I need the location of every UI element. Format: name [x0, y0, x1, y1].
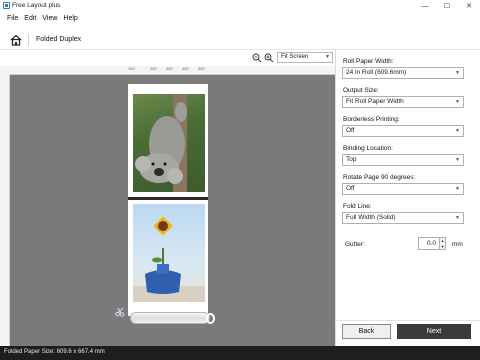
- binding-location-select[interactable]: Top ▼: [342, 154, 464, 166]
- sunflower-image: [133, 217, 205, 302]
- zoom-in-button[interactable]: [264, 53, 274, 63]
- gutter-input[interactable]: 0.0: [418, 237, 440, 250]
- gutter-label: Gutter:: [345, 241, 365, 248]
- menu-view[interactable]: View: [42, 13, 57, 24]
- sunflower-photo: [133, 204, 205, 302]
- header-bar: Folded Duplex: [0, 30, 480, 50]
- rotate-page-select[interactable]: Off ▼: [342, 183, 464, 195]
- binding-location-value: Top: [346, 156, 357, 163]
- menu-file[interactable]: File: [7, 13, 18, 24]
- breadcrumb-separator: [28, 34, 29, 46]
- menu-help[interactable]: Help: [63, 13, 77, 24]
- borderless-printing-value: Off: [346, 127, 355, 134]
- koala-image: [135, 94, 187, 192]
- close-icon: ✕: [466, 3, 472, 10]
- borderless-printing-select[interactable]: Off ▼: [342, 125, 464, 137]
- rotate-page-value: Off: [346, 185, 355, 192]
- maximize-button[interactable]: ☐: [436, 0, 458, 12]
- output-size-value: Fit Roll Paper Width: [346, 98, 404, 105]
- gutter-spinner[interactable]: ▲ ▼: [440, 237, 446, 250]
- gutter-unit: mm: [452, 241, 463, 248]
- chevron-down-icon: ▼: [325, 54, 330, 60]
- menu-edit[interactable]: Edit: [24, 13, 36, 24]
- binding-location-label: Binding Location:: [343, 145, 393, 152]
- chevron-down-icon: ▼: [455, 215, 460, 221]
- fold-line: [128, 197, 208, 200]
- fold-line-value: Full Width (Solid): [346, 214, 396, 221]
- output-size-select[interactable]: Fit Roll Paper Width ▼: [342, 96, 464, 108]
- borderless-printing-label: Borderless Printing:: [343, 116, 400, 123]
- chevron-down-icon: ▼: [455, 128, 460, 134]
- home-button[interactable]: [10, 34, 22, 46]
- zoom-in-icon: [264, 53, 274, 63]
- fold-line-select[interactable]: Full Width (Solid) ▼: [342, 212, 464, 224]
- zoom-out-button[interactable]: [252, 53, 262, 63]
- ruler-label: 200: [150, 66, 157, 71]
- page-title: Folded Duplex: [36, 36, 82, 43]
- title-bar: Free Layout plus — ☐ ✕: [0, 0, 480, 12]
- zoom-select-value: Fit Screen: [281, 54, 309, 60]
- ruler-label: 300: [166, 66, 173, 71]
- output-size-label: Output Size:: [343, 87, 379, 94]
- ruler-corner: [0, 66, 10, 75]
- koala-photo: [133, 94, 205, 192]
- menu-bar: File Edit View Help: [0, 13, 480, 24]
- paper-roll: [130, 312, 210, 324]
- ruler-left: [0, 75, 10, 346]
- chevron-down-icon: ▼: [455, 70, 460, 76]
- roll-paper-width-label: Roll Paper Width:: [343, 58, 394, 65]
- ruler-label: 500: [198, 66, 205, 71]
- ruler-label: 100: [128, 66, 135, 71]
- back-button[interactable]: Back: [342, 324, 391, 339]
- status-text: Folded Paper Size: 609.6 x 667.4 mm: [4, 349, 105, 355]
- zoom-out-icon: [252, 53, 262, 63]
- close-button[interactable]: ✕: [458, 0, 480, 12]
- status-bar: Folded Paper Size: 609.6 x 667.4 mm: [0, 346, 480, 360]
- roll-paper-width-select[interactable]: 24 in Roll (609.6mm) ▼: [342, 67, 464, 79]
- zoom-select[interactable]: Fit Screen ▼: [277, 52, 333, 63]
- minimize-icon: —: [421, 2, 429, 10]
- window-title: Free Layout plus: [12, 2, 61, 9]
- ruler-label: 400: [182, 66, 189, 71]
- minimize-button[interactable]: —: [414, 0, 436, 12]
- spin-down-icon[interactable]: ▼: [440, 244, 445, 250]
- scissors-icon: [115, 307, 125, 317]
- ruler-top: 100 200 300 400 500: [10, 66, 335, 75]
- fold-line-label: Fold Line:: [343, 203, 372, 210]
- roll-paper-width-value: 24 in Roll (609.6mm): [346, 69, 407, 76]
- rotate-page-label: Rotate Page 90 degrees:: [343, 174, 416, 181]
- home-icon: [10, 34, 22, 46]
- app-icon: [3, 2, 10, 9]
- next-button[interactable]: Next: [397, 324, 471, 339]
- chevron-down-icon: ▼: [455, 99, 460, 105]
- roll-end: [206, 313, 215, 324]
- chevron-down-icon: ▼: [455, 157, 460, 163]
- chevron-down-icon: ▼: [455, 186, 460, 192]
- maximize-icon: ☐: [443, 3, 451, 10]
